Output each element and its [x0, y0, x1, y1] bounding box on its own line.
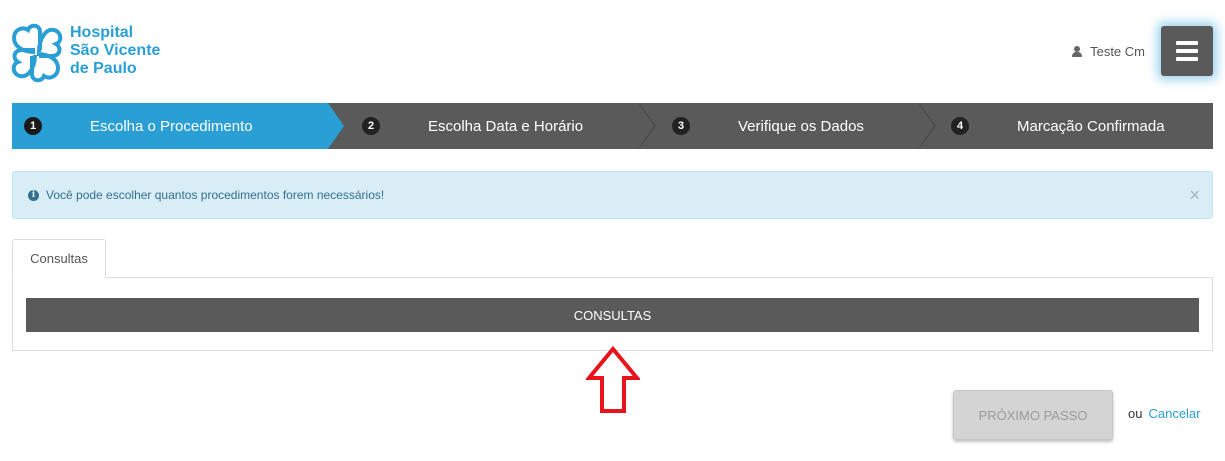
hospital-logo[interactable]: Hospital São Vicente de Paulo	[8, 22, 178, 84]
step-number-badge: 2	[362, 117, 380, 135]
info-alert: i Você pode escolher quantos procediment…	[12, 171, 1213, 219]
next-step-button[interactable]: PRÓXIMO PASSO	[953, 390, 1113, 440]
step-marcacao-confirmada[interactable]: 4 Marcação Confirmada	[918, 103, 1213, 149]
user-menu[interactable]: Teste Cm	[1072, 44, 1145, 59]
step-number-badge: 4	[951, 117, 969, 135]
tab-consultas[interactable]: Consultas	[12, 239, 106, 278]
or-text: ou	[1128, 406, 1143, 421]
user-name: Teste Cm	[1090, 44, 1145, 59]
step-label: Verifique os Dados	[738, 117, 864, 135]
step-label: Escolha o Procedimento	[90, 117, 253, 135]
step-number-badge: 3	[672, 117, 690, 135]
consultas-category-button[interactable]: CONSULTAS	[26, 298, 1199, 332]
step-verifique-dados[interactable]: 3 Verifique os Dados	[638, 103, 936, 149]
step-label: Marcação Confirmada	[1017, 117, 1165, 135]
footer-actions: ou Cancelar	[1128, 406, 1201, 421]
alert-message: Você pode escolher quantos procedimentos…	[46, 188, 385, 202]
close-icon[interactable]: ×	[1189, 185, 1200, 206]
hamburger-menu-icon	[1176, 41, 1198, 45]
step-escolha-data[interactable]: 2 Escolha Data e Horário	[328, 103, 656, 149]
cancel-link[interactable]: Cancelar	[1148, 406, 1200, 421]
hamburger-menu-button[interactable]	[1161, 26, 1213, 76]
logo-wordmark: Hospital São Vicente de Paulo	[70, 24, 161, 77]
step-escolha-procedimento[interactable]: 1 Escolha o Procedimento	[12, 103, 344, 149]
up-arrow-annotation-icon	[586, 346, 640, 413]
tab-panel-consultas: CONSULTAS	[12, 277, 1213, 351]
step-label: Escolha Data e Horário	[428, 117, 584, 135]
wizard-steps: 1 Escolha o Procedimento 2 Escolha Data …	[12, 103, 1213, 149]
info-icon: i	[28, 189, 39, 201]
clover-logo-icon	[11, 23, 63, 83]
step-number-badge: 1	[24, 117, 42, 135]
user-icon	[1072, 46, 1083, 57]
